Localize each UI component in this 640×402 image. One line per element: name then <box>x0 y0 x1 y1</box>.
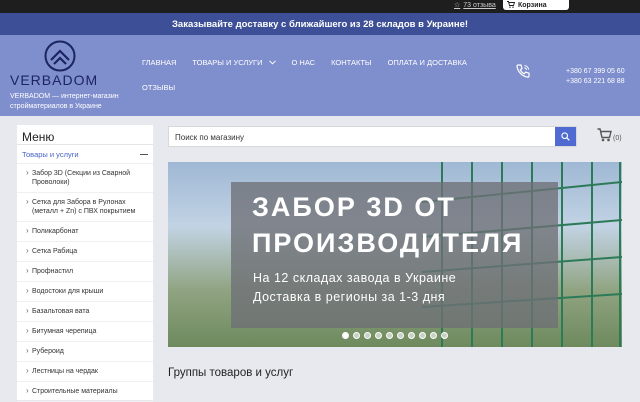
nav-contacts-label: Контакты <box>331 58 372 67</box>
collapse-icon <box>140 153 148 155</box>
slider-dot[interactable] <box>386 332 393 339</box>
banner-sub-line2: Доставка в регионы за 1-3 дня <box>253 290 446 304</box>
nav-products[interactable]: Товары и услуги <box>192 58 276 67</box>
sidebar-item[interactable]: Битумная черепица <box>17 322 153 342</box>
phone-secondary[interactable]: +380 63 221 68 88 <box>566 77 625 87</box>
banner-subtitle: На 12 складах завода в Украине Доставка … <box>253 269 456 307</box>
sidebar-category-toggle[interactable]: Товары и услуги <box>17 145 153 164</box>
slider-dot[interactable] <box>375 332 382 339</box>
slider-dots <box>168 332 622 339</box>
banner-sub-line1: На 12 складах завода в Украине <box>253 271 457 285</box>
sidebar-item[interactable]: Рубероид <box>17 342 153 362</box>
nav-products-label: Товары и услуги <box>192 58 263 67</box>
sidebar-item[interactable]: Базальтовая вата <box>17 302 153 322</box>
nav-payment-delivery-label: Оплата и доставка <box>387 58 467 67</box>
top-bar: ☆ 73 отзыва Корзина <box>0 0 640 13</box>
sidebar-title: Меню <box>17 125 153 145</box>
slider-dot[interactable] <box>353 332 360 339</box>
sidebar-item[interactable]: Поликарбонат <box>17 222 153 242</box>
slider-dot[interactable] <box>419 332 426 339</box>
slider-dot[interactable] <box>430 332 437 339</box>
slider-dot[interactable] <box>408 332 415 339</box>
logo-text[interactable]: VERBADOM <box>10 72 98 88</box>
phone-primary[interactable]: +380 67 399 05 60 <box>566 67 625 77</box>
search-icon <box>561 132 570 141</box>
slider-dot[interactable] <box>342 332 349 339</box>
header-cart[interactable]: (0) <box>597 128 622 142</box>
main-nav: Главная Товары и услуги О нас Контакты О… <box>142 58 483 67</box>
sidebar-list: Забор 3D (Секции из Сварной Проволоки) С… <box>17 164 153 402</box>
search-input[interactable] <box>169 128 554 147</box>
nav-contacts[interactable]: Контакты <box>331 58 371 67</box>
nav-home-label: Главная <box>142 58 177 67</box>
chevron-down-icon <box>268 60 276 65</box>
banner-title: ЗАБОР 3D ОТ ПРОИЗВОДИТЕЛЯ <box>252 189 523 261</box>
sidebar-category-label: Товары и услуги <box>22 149 79 159</box>
phone-icon <box>516 64 530 78</box>
cart-count: (0) <box>613 135 622 142</box>
hero-banner[interactable]: ЗАБОР 3D ОТ ПРОИЗВОДИТЕЛЯ На 12 складах … <box>168 162 622 347</box>
search-bar <box>168 126 577 147</box>
sidebar-item[interactable]: Лестницы на чердак <box>17 362 153 382</box>
nav-payment-delivery[interactable]: Оплата и доставка <box>388 58 467 67</box>
sidebar-item[interactable]: Забор 3D (Секции из Сварной Проволоки) <box>17 164 153 193</box>
promo-text: Заказывайте доставку с ближайшего из 28 … <box>171 18 469 30</box>
sidebar-item[interactable]: Водостоки для крыши <box>17 282 153 302</box>
banner-title-line1: ЗАБОР 3D ОТ <box>252 192 456 222</box>
sidebar-menu: Меню Товары и услуги Забор 3D (Секции из… <box>17 125 153 402</box>
logo-icon[interactable] <box>44 40 76 72</box>
reviews-link[interactable]: ☆ 73 отзыва <box>454 1 496 10</box>
nav-about-label: О нас <box>291 58 316 67</box>
promo-banner: Заказывайте доставку с ближайшего из 28 … <box>0 13 640 35</box>
sidebar-item[interactable]: Сетка Рабица <box>17 242 153 262</box>
nav-home[interactable]: Главная <box>142 58 176 67</box>
search-button[interactable] <box>555 127 576 146</box>
cart-icon <box>507 0 516 10</box>
slider-dot[interactable] <box>364 332 371 339</box>
slider-dot[interactable] <box>441 332 448 339</box>
sidebar-item[interactable]: Строительные материалы <box>17 382 153 402</box>
phone-numbers: +380 67 399 05 60 +380 63 221 68 88 <box>566 67 625 87</box>
nav-reviews[interactable]: Отзывы <box>142 83 175 92</box>
reviews-count: 73 отзыва <box>463 1 496 9</box>
sidebar-item[interactable]: Профнастил <box>17 262 153 282</box>
star-icon: ☆ <box>454 2 461 9</box>
tagline: VERBADOM — интернет-магазин стройматериа… <box>10 93 119 110</box>
banner-title-line2: ПРОИЗВОДИТЕЛЯ <box>252 228 524 258</box>
nav-about[interactable]: О нас <box>292 58 316 67</box>
top-cart-button[interactable]: Корзина <box>503 0 569 10</box>
groups-title: Группы товаров и услуг <box>168 367 294 379</box>
cart-icon <box>597 128 612 142</box>
top-cart-label: Корзина <box>518 1 547 9</box>
slider-dot[interactable] <box>397 332 404 339</box>
sidebar-item[interactable]: Сетка для Забора в Рулонах (металл + Zn)… <box>17 193 153 222</box>
